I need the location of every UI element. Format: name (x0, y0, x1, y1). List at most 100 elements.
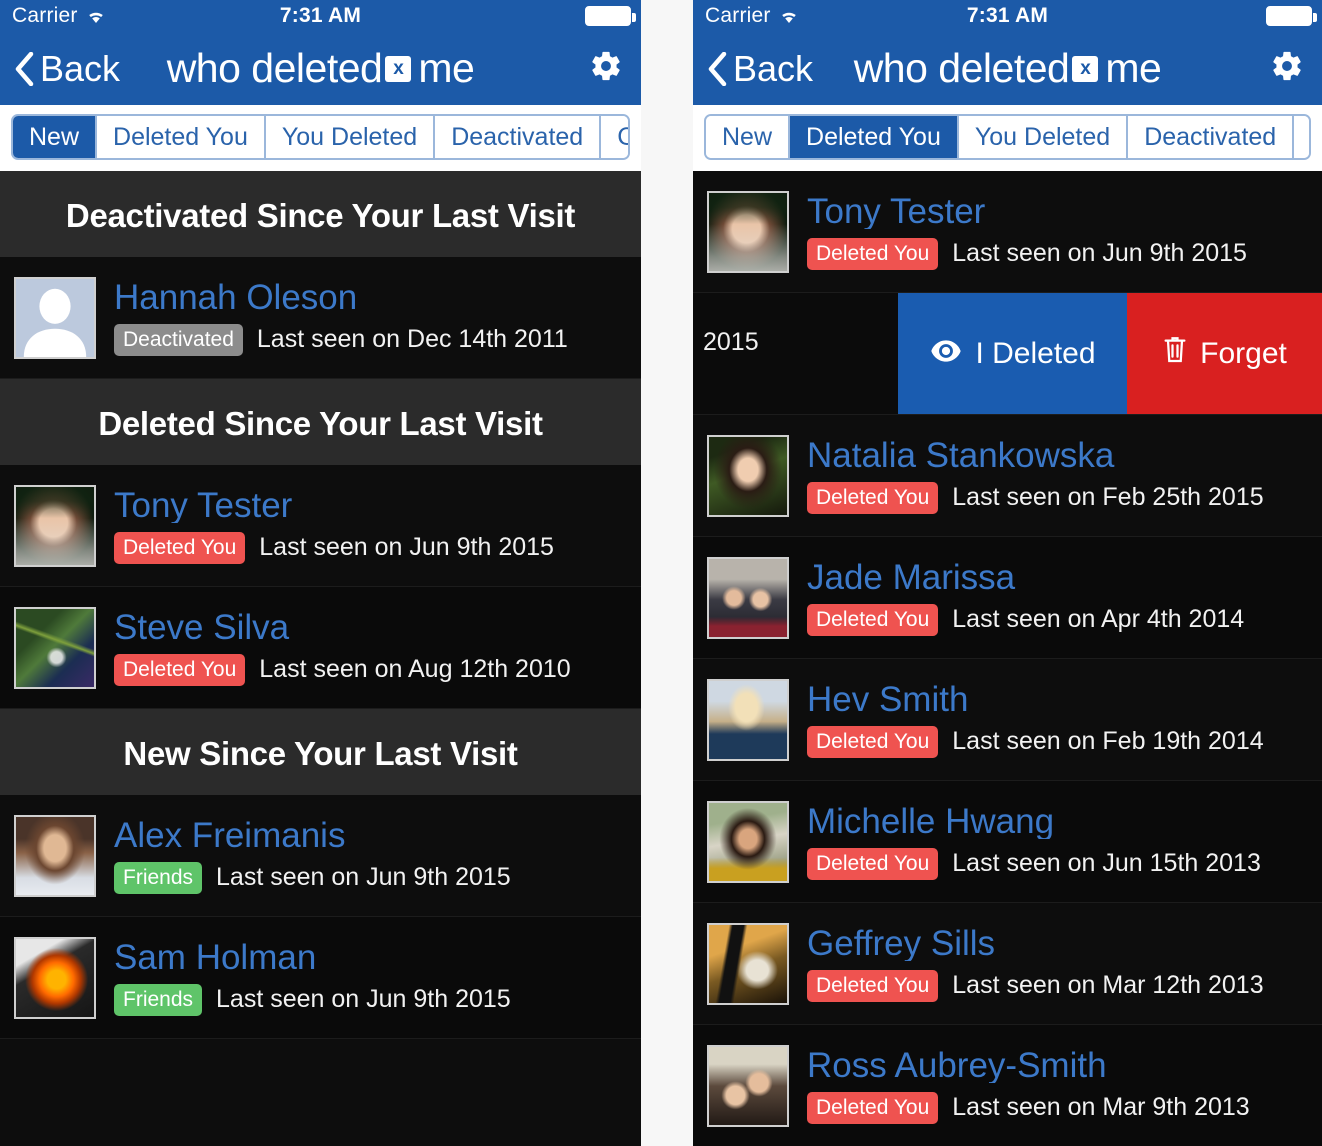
tab-bar-wrapper-left: NewDeleted YouYou DeletedDeactivatedCurr… (0, 105, 641, 171)
i-deleted-button[interactable]: I Deleted (898, 293, 1127, 414)
tab-deleted-you[interactable]: Deleted You (790, 116, 959, 158)
list-item[interactable]: Hev Smith Deleted You Last seen on Feb 1… (693, 659, 1322, 781)
last-seen-text: Last seen on Apr 4th 2014 (952, 605, 1245, 633)
tab-deactivated[interactable]: Deactivated (435, 116, 602, 158)
contact-name[interactable]: Hannah Oleson (114, 280, 568, 315)
last-seen-text: Last seen on Jun 9th 2015 (216, 863, 511, 891)
list-item-meta: Deleted You Last seen on Jun 15th 2013 (807, 847, 1261, 880)
tab-you-deleted[interactable]: You Deleted (958, 116, 1129, 158)
contact-name[interactable]: Geffrey Sills (807, 926, 1264, 961)
dual-screenshot-stage: Carrier 7:31 AM Back who deleted x me Ne… (0, 0, 1322, 1146)
section-header-deactivated-since-your-last-visit: Deactivated Since Your Last Visit (0, 171, 641, 257)
avatar (707, 1044, 789, 1127)
last-seen-text: Last seen on Jun 9th 2015 (259, 533, 554, 561)
status-badge: Deleted You (114, 531, 246, 564)
app-title-part2: me (1105, 45, 1162, 91)
last-seen-text: Last seen on Jun 15th 2013 (952, 849, 1261, 877)
status-badge: Deleted You (807, 481, 939, 514)
tab-deleted-you[interactable]: Deleted You (97, 116, 266, 158)
tab-bar-wrapper-right: NewDeleted YouYou DeletedDeactivatedCurr… (693, 105, 1322, 171)
list-item-meta: Deleted You Last seen on Feb 19th 2014 (807, 725, 1264, 758)
last-seen-text: Last seen on Aug 12th 2010 (259, 655, 571, 683)
last-seen-text: Last seen on Mar 12th 2013 (952, 971, 1264, 999)
list-item-body: Tony Tester Deleted You Last seen on Jun… (807, 194, 1247, 270)
contact-name[interactable]: Sam Holman (114, 940, 511, 975)
avatar (14, 606, 96, 689)
list-item-meta: Friends Last seen on Jun 9th 2015 (114, 861, 511, 894)
tab-current[interactable]: Current (1294, 116, 1309, 158)
tab-new[interactable]: New (13, 116, 98, 158)
avatar (14, 936, 96, 1019)
contact-name[interactable]: Alex Freimanis (114, 818, 511, 853)
status-badge: Deleted You (807, 847, 939, 880)
list-item-body: Jade Marissa Deleted You Last seen on Ap… (807, 560, 1244, 636)
segmented-control-left[interactable]: NewDeleted YouYou DeletedDeactivatedCurr… (11, 114, 630, 160)
swipe-row-partial-text: 2015 (703, 328, 759, 356)
list-item-meta: Deleted You Last seen on Aug 12th 2010 (114, 653, 571, 686)
status-badge: Deactivated (114, 323, 243, 356)
battery-full-icon (1266, 6, 1317, 26)
gear-icon (589, 49, 623, 88)
list-item[interactable]: Steve Silva Deleted You Last seen on Aug… (0, 587, 641, 709)
list-item[interactable]: Geffrey Sills Deleted You Last seen on M… (693, 903, 1322, 1025)
list-item-meta: Deleted You Last seen on Feb 25th 2015 (807, 481, 1264, 514)
avatar (707, 922, 789, 1005)
back-button[interactable]: Back (693, 48, 813, 90)
list-item[interactable]: Alex Freimanis Friends Last seen on Jun … (0, 795, 641, 917)
tab-you-deleted[interactable]: You Deleted (265, 116, 436, 158)
tab-deactivated[interactable]: Deactivated (1128, 116, 1295, 158)
list-item-body: Natalia Stankowska Deleted You Last seen… (807, 438, 1264, 514)
contact-name[interactable]: Tony Tester (114, 488, 554, 523)
contact-name[interactable]: Tony Tester (807, 194, 1247, 229)
list-item[interactable]: Ross Aubrey-Smith Deleted You Last seen … (693, 1025, 1322, 1146)
i-deleted-label: I Deleted (975, 336, 1096, 370)
avatar (707, 800, 789, 883)
contact-name[interactable]: Michelle Hwang (807, 804, 1261, 839)
tab-new[interactable]: New (706, 116, 791, 158)
status-bar-right: Carrier 7:31 AM (693, 0, 1322, 32)
battery-full-icon (585, 6, 636, 26)
contact-name[interactable]: Natalia Stankowska (807, 438, 1264, 473)
list-item[interactable]: Michelle Hwang Deleted You Last seen on … (693, 781, 1322, 903)
last-seen-text: Last seen on Dec 14th 2011 (256, 325, 568, 353)
contact-name[interactable]: Jade Marissa (807, 560, 1244, 595)
last-seen-text: Last seen on Jun 9th 2015 (952, 239, 1247, 267)
avatar (707, 556, 789, 639)
list-item[interactable]: Tony Tester Deleted You Last seen on Jun… (693, 171, 1322, 293)
list-item-meta: Deleted You Last seen on Mar 9th 2013 (807, 1091, 1250, 1124)
chevron-left-icon (14, 51, 34, 86)
forget-button[interactable]: Forget (1127, 293, 1322, 414)
status-badge: Deleted You (114, 653, 246, 686)
avatar (14, 276, 96, 359)
back-button-label: Back (733, 47, 814, 89)
settings-button[interactable] (589, 49, 641, 88)
list-item-body: Hev Smith Deleted You Last seen on Feb 1… (807, 682, 1264, 758)
back-button[interactable]: Back (0, 48, 120, 90)
nav-bar-left: Back who deleted x me (0, 32, 641, 105)
contact-name[interactable]: Steve Silva (114, 610, 571, 645)
last-seen-text: Last seen on Feb 25th 2015 (952, 483, 1264, 511)
status-badge: Friends (114, 983, 203, 1016)
list-item-body: Alex Freimanis Friends Last seen on Jun … (114, 818, 511, 894)
segmented-control-right[interactable]: NewDeleted YouYou DeletedDeactivatedCurr… (704, 114, 1311, 160)
tab-current[interactable]: Current (601, 116, 628, 158)
list-item[interactable]: Natalia Stankowska Deleted You Last seen… (693, 415, 1322, 537)
list-item[interactable]: Tony Tester Deleted You Last seen on Jun… (0, 465, 641, 587)
list-right: Tony Tester Deleted You Last seen on Jun… (693, 171, 1322, 1146)
list-item[interactable]: Hannah Oleson Deactivated Last seen on D… (0, 257, 641, 379)
panel-gutter (641, 0, 693, 1146)
list-item[interactable]: Jade Marissa Deleted You Last seen on Ap… (693, 537, 1322, 659)
app-title-part2: me (418, 45, 475, 91)
chevron-left-icon (707, 51, 727, 86)
list-item-meta: Deleted You Last seen on Mar 12th 2013 (807, 969, 1264, 1002)
status-badge: Deleted You (807, 969, 939, 1002)
contact-name[interactable]: Ross Aubrey-Smith (807, 1048, 1250, 1083)
last-seen-text: Last seen on Mar 9th 2013 (952, 1093, 1250, 1121)
status-bar-time: 7:31 AM (279, 4, 362, 27)
list-item-meta: Deleted You Last seen on Jun 9th 2015 (114, 531, 554, 564)
app-title-part1: who deleted (853, 45, 1070, 91)
settings-button[interactable] (1270, 49, 1322, 88)
contact-name[interactable]: Hev Smith (807, 682, 1264, 717)
list-item[interactable]: Sam Holman Friends Last seen on Jun 9th … (0, 917, 641, 1039)
status-bar-time: 7:31 AM (966, 4, 1049, 27)
